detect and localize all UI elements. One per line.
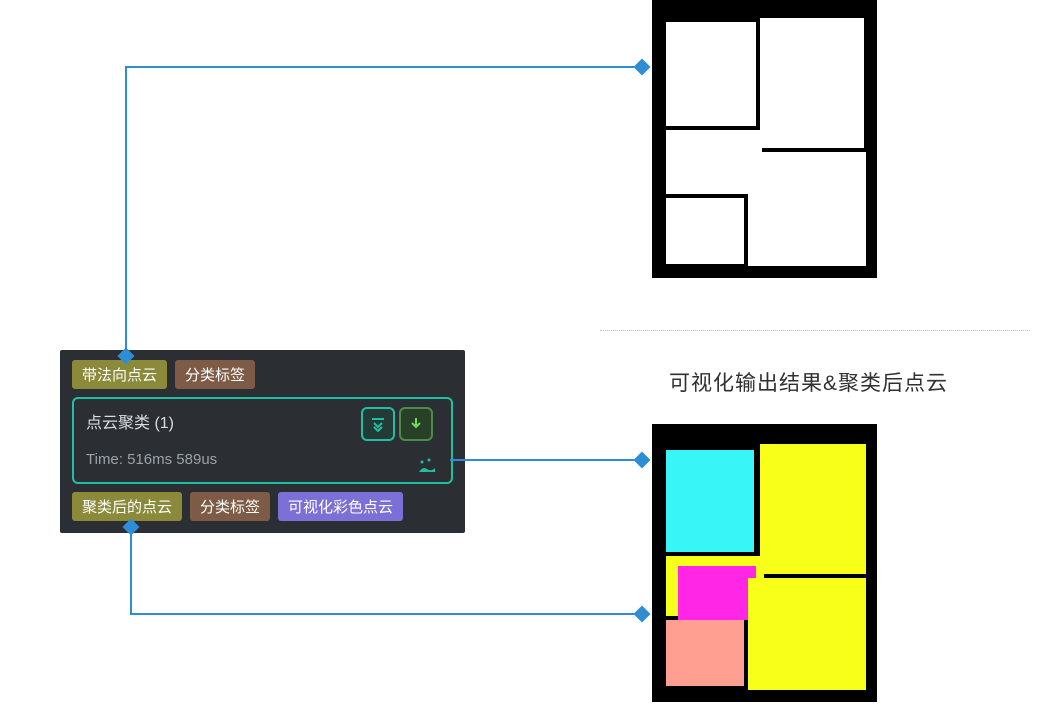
cluster-region (666, 450, 754, 552)
download-icon[interactable] (399, 407, 433, 441)
input-pointcloud-image (652, 0, 877, 278)
output-port-colored[interactable]: 可视化彩色点云 (278, 492, 403, 521)
output-section-title: 可视化输出结果&聚类后点云 (669, 367, 948, 397)
output-port-row: 聚类后的点云 分类标签 可视化彩色点云 (72, 492, 453, 521)
connector-line (130, 613, 643, 615)
point-cloud-cluster-node: 带法向点云 分类标签 点云聚类 (1) Time: 516ms 589us 聚类… (60, 350, 465, 533)
input-port-labels[interactable]: 分类标签 (175, 360, 255, 389)
output-port-labels[interactable]: 分类标签 (190, 492, 270, 521)
connector-line (130, 528, 132, 614)
connector-endpoint (634, 452, 651, 469)
cluster-region (748, 578, 866, 690)
output-port-clustered[interactable]: 聚类后的点云 (72, 492, 182, 521)
connector-endpoint (634, 59, 651, 76)
node-time: Time: 516ms 589us (86, 451, 439, 468)
point-cloud-icon (419, 458, 435, 474)
expand-icon[interactable] (361, 407, 395, 441)
connector-line (125, 66, 127, 356)
cluster-region (678, 566, 756, 620)
clustered-pointcloud-image (652, 424, 877, 702)
divider (600, 330, 1030, 331)
input-port-normals[interactable]: 带法向点云 (72, 360, 167, 389)
connector-line (450, 459, 643, 461)
cluster-region (760, 444, 866, 574)
cluster-region (666, 620, 744, 686)
node-body[interactable]: 点云聚类 (1) Time: 516ms 589us (72, 397, 453, 484)
connector-endpoint (634, 606, 651, 623)
input-port-row: 带法向点云 分类标签 (72, 360, 453, 389)
connector-line (125, 66, 642, 68)
